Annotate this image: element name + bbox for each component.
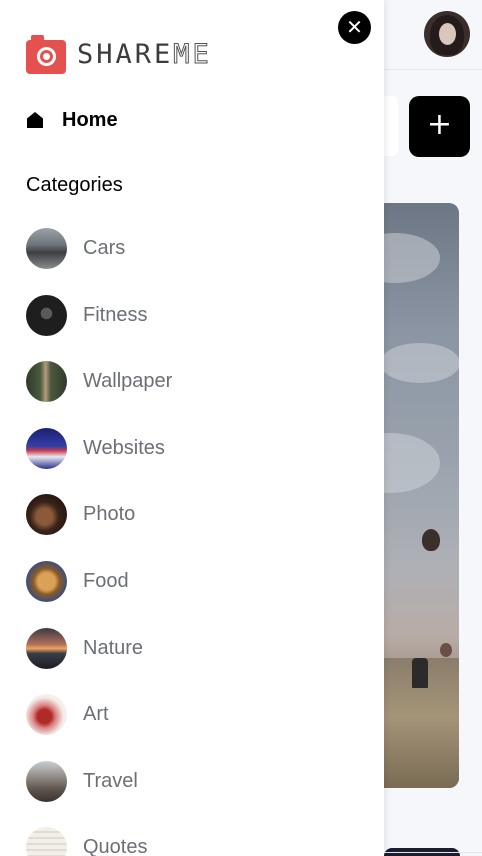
sidebar-drawer: ✕ SHAREME Home Categories Cars Fitness W… — [0, 0, 384, 856]
sidebar-item-food[interactable]: Food — [26, 560, 326, 602]
sidebar-item-home[interactable]: Home — [26, 106, 118, 134]
sidebar-item-websites[interactable]: Websites — [26, 427, 326, 469]
nature-thumbnail — [26, 627, 67, 669]
hot-air-balloon — [422, 529, 440, 551]
category-label: Quotes — [83, 835, 148, 856]
sidebar-item-label: Home — [62, 108, 118, 131]
category-label: Websites — [83, 436, 165, 459]
categories-heading: Categories — [26, 174, 123, 196]
art-thumbnail — [26, 693, 67, 735]
category-label: Food — [83, 569, 129, 592]
user-avatar[interactable] — [424, 11, 470, 57]
sidebar-item-travel[interactable]: Travel — [26, 760, 326, 802]
shareme-logo[interactable]: SHAREME — [26, 33, 212, 75]
close-sidebar-button[interactable]: ✕ — [338, 11, 371, 44]
sidebar-item-cars[interactable]: Cars — [26, 227, 326, 269]
sidebar-item-art[interactable]: Art — [26, 693, 326, 735]
travel-thumbnail — [26, 760, 67, 802]
food-thumbnail — [26, 560, 67, 602]
category-label: Cars — [83, 236, 126, 259]
wallpaper-thumbnail — [26, 360, 67, 402]
close-icon: ✕ — [346, 15, 363, 39]
category-label: Travel — [83, 769, 138, 792]
create-pin-button[interactable]: + — [409, 96, 470, 157]
category-label: Photo — [83, 502, 136, 525]
quotes-thumbnail — [26, 826, 67, 856]
fitness-thumbnail — [26, 294, 67, 336]
category-label: Wallpaper — [83, 369, 173, 392]
sidebar-item-photo[interactable]: Photo — [26, 493, 326, 535]
category-label: Art — [83, 702, 109, 725]
sidebar-item-nature[interactable]: Nature — [26, 627, 326, 669]
home-icon — [26, 111, 44, 129]
photo-thumbnail — [26, 493, 67, 535]
sidebar-item-fitness[interactable]: Fitness — [26, 294, 326, 336]
sidebar-item-quotes[interactable]: Quotes — [26, 826, 326, 856]
cars-thumbnail — [26, 227, 67, 269]
category-label: Nature — [83, 636, 144, 659]
sidebar-item-wallpaper[interactable]: Wallpaper — [26, 360, 326, 402]
websites-thumbnail — [26, 427, 67, 469]
logo-wordmark: SHAREME — [77, 38, 212, 70]
category-label: Fitness — [83, 303, 148, 326]
camera-icon — [26, 34, 66, 74]
app-page: + ✕ SHAREME Home Categories Cars Fitness… — [0, 0, 482, 856]
